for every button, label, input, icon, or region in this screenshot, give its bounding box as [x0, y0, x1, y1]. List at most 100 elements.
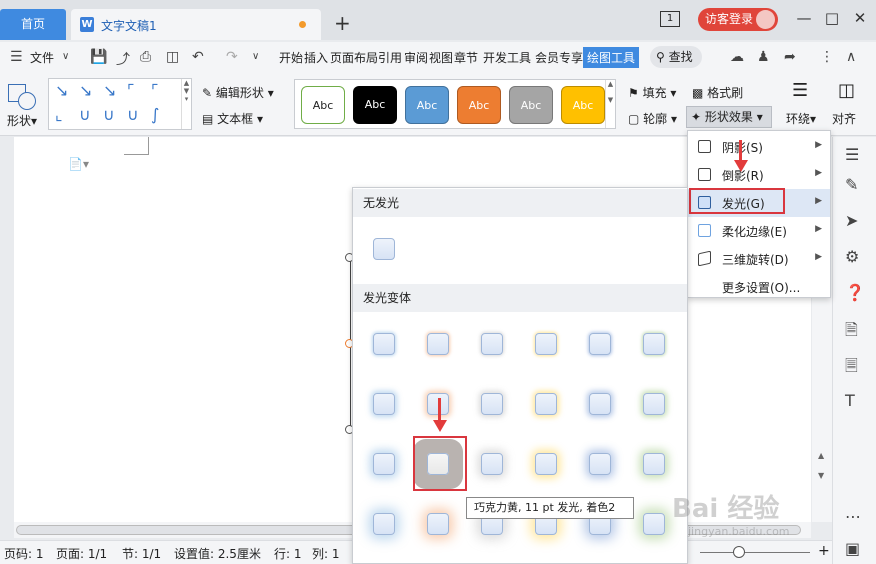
glow-variant-option[interactable]	[643, 453, 665, 475]
new-tab-button[interactable]: +	[334, 11, 351, 35]
style-button-2[interactable]: Abc	[353, 86, 397, 124]
menu-page-layout[interactable]: 页面布局	[330, 49, 378, 66]
fullscreen-icon[interactable]: ▣	[845, 539, 860, 558]
arrow-line-icon[interactable]: ↘	[79, 81, 92, 100]
hamburger-icon[interactable]: ☰	[10, 49, 23, 65]
more-options-icon[interactable]: ⋯	[845, 507, 861, 526]
tab-document[interactable]: W 文字文稿1	[71, 9, 321, 40]
glow-variant-option[interactable]	[535, 453, 557, 475]
redo-icon[interactable]: ↷	[226, 49, 238, 65]
print-icon[interactable]: ⎙	[140, 49, 151, 65]
menu-review[interactable]: 审阅	[404, 49, 428, 66]
shape-button[interactable]: 形状▾	[7, 112, 37, 129]
search-button[interactable]: ⚲ 查找	[650, 46, 702, 68]
style-button-5[interactable]: Abc	[509, 86, 553, 124]
double-arrow-icon[interactable]: ↘	[103, 81, 116, 100]
styles-scroll[interactable]: ▲ ▼	[605, 80, 615, 128]
elbow-connector-icon[interactable]: ⌜	[127, 81, 135, 100]
paste-options-icon[interactable]: 📄▾	[68, 157, 89, 171]
glow-variant-option[interactable]	[373, 513, 395, 535]
outline-button[interactable]: ▢ 轮廓 ▾	[628, 110, 677, 127]
format-painter-button[interactable]: ▩ 格式刷	[692, 84, 743, 101]
freeform-icon[interactable]: ∫	[151, 105, 159, 124]
chevron-down-icon[interactable]: ∨	[62, 51, 69, 62]
wrap-button[interactable]: 环绕▾	[786, 110, 816, 127]
menu-view[interactable]: 视图	[429, 49, 453, 66]
user-share-icon[interactable]: ♟	[757, 49, 770, 65]
window-count-icon[interactable]: 1	[660, 11, 680, 27]
visitor-login-button[interactable]: 访客登录	[698, 8, 778, 31]
text-style-icon[interactable]: T	[845, 391, 855, 410]
menu-file[interactable]: 文件	[30, 49, 54, 66]
more-chevron-icon[interactable]: ∨	[252, 51, 259, 62]
help-icon[interactable]: ❓	[845, 283, 865, 302]
glow-variant-option[interactable]	[589, 453, 611, 475]
menu-member[interactable]: 会员专享	[535, 49, 583, 66]
glow-variant-option[interactable]	[589, 333, 611, 355]
fill-button[interactable]: ⚑ 填充 ▾	[628, 84, 676, 101]
style-button-4[interactable]: Abc	[457, 86, 501, 124]
status-column[interactable]: 列: 1	[312, 545, 340, 562]
elbow-double-icon[interactable]: ⌞	[55, 105, 63, 124]
curve-double-icon[interactable]: ∪	[127, 105, 139, 124]
glow-variant-option[interactable]	[481, 333, 503, 355]
minimize-icon[interactable]: —	[794, 9, 814, 27]
export-icon[interactable]: ⤴	[116, 49, 130, 69]
print-preview-icon[interactable]: ◫	[166, 49, 179, 65]
glow-variant-option[interactable]	[589, 393, 611, 415]
effect-shadow-item[interactable]: 阴影(S) ▶	[688, 133, 830, 161]
select-cursor-icon[interactable]: ➤	[845, 211, 858, 230]
menu-start[interactable]: 开始	[279, 49, 303, 66]
save-icon[interactable]: 💾	[90, 49, 107, 65]
edit-shape-button[interactable]: ✎ 编辑形状 ▾	[202, 84, 274, 101]
status-page-number[interactable]: 页码: 1	[4, 545, 44, 562]
zoom-slider[interactable]	[700, 552, 810, 553]
glow-variant-option[interactable]	[481, 393, 503, 415]
menu-drawing-tools[interactable]: 绘图工具	[583, 47, 640, 68]
text-box-button[interactable]: ▤ 文本框 ▾	[202, 110, 263, 127]
elbow-arrow-icon[interactable]: ⌜	[151, 81, 159, 100]
undo-icon[interactable]: ↶	[192, 49, 204, 65]
menu-section[interactable]: 章节	[454, 49, 478, 66]
collapse-pane-icon[interactable]: ☰	[845, 145, 859, 164]
glow-variant-option[interactable]	[643, 513, 665, 535]
effect-soft-edges-item[interactable]: 柔化边缘(E) ▶	[688, 217, 830, 245]
cloud-icon[interactable]: ☁	[730, 49, 744, 65]
zoom-slider-thumb[interactable]	[733, 546, 745, 558]
style-button-6[interactable]: Abc	[561, 86, 605, 124]
gallery-scroll[interactable]: ▲ ▼ ▾	[181, 79, 191, 129]
effect-reflection-item[interactable]: 倒影(R) ▶	[688, 161, 830, 189]
status-pages[interactable]: 页面: 1/1	[56, 545, 107, 562]
shape-icon[interactable]	[8, 80, 38, 110]
maximize-icon[interactable]: □	[822, 9, 842, 27]
style-button-1[interactable]: Abc	[301, 86, 345, 124]
glow-variant-option[interactable]	[427, 513, 449, 535]
more-icon[interactable]: ⋮	[820, 49, 834, 65]
glow-variant-option[interactable]	[481, 453, 503, 475]
glow-variant-option[interactable]	[643, 333, 665, 355]
status-setting[interactable]: 设置值: 2.5厘米	[174, 545, 261, 562]
menu-reference[interactable]: 引用	[378, 49, 402, 66]
menu-insert[interactable]: 插入	[304, 49, 328, 66]
glow-variant-option[interactable]	[643, 393, 665, 415]
no-glow-option[interactable]	[373, 238, 395, 260]
menu-developer[interactable]: 开发工具	[483, 49, 531, 66]
line-icon[interactable]: ↘	[55, 81, 68, 100]
align-button[interactable]: 对齐	[832, 110, 856, 127]
glow-variant-option[interactable]	[373, 393, 395, 415]
align-icon[interactable]: ◫	[838, 80, 855, 101]
glow-variant-option[interactable]	[535, 393, 557, 415]
curve-icon[interactable]: ∪	[79, 105, 91, 124]
shape-effects-button[interactable]: ✦ 形状效果 ▾	[686, 106, 772, 128]
wrap-icon[interactable]: ☰	[792, 80, 808, 101]
document-settings-icon[interactable]: 🗎	[845, 319, 858, 346]
glow-variant-option[interactable]	[373, 333, 395, 355]
shape-styles-gallery[interactable]: Abc Abc Abc Abc Abc Abc ▲ ▼	[294, 79, 616, 129]
tab-home[interactable]: 首页	[0, 9, 66, 40]
effect-3d-rotation-item[interactable]: 三维旋转(D) ▶	[688, 245, 830, 273]
glow-variant-option[interactable]	[535, 333, 557, 355]
style-button-3[interactable]: Abc	[405, 86, 449, 124]
close-icon[interactable]: ✕	[850, 9, 870, 27]
status-section[interactable]: 节: 1/1	[122, 545, 161, 562]
share-icon[interactable]: ➦	[784, 49, 796, 65]
